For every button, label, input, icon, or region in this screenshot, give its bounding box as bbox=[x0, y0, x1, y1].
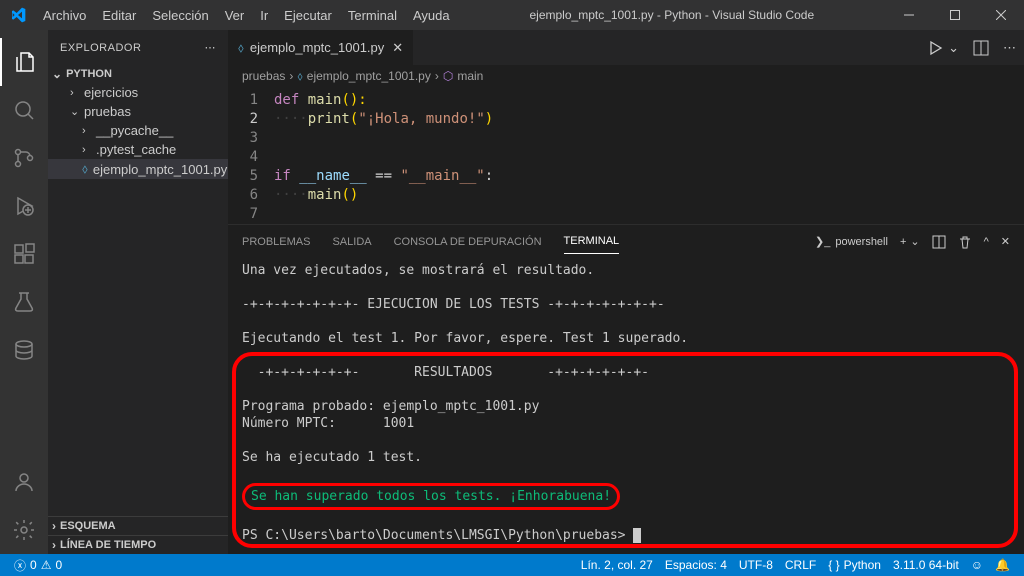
sidebar: EXPLORADOR ⋯ ⌄PYTHON ›ejercicios ⌄prueba… bbox=[48, 30, 228, 554]
menu-archivo[interactable]: Archivo bbox=[35, 8, 94, 23]
tree-file[interactable]: ⬨ejemplo_mptc_1001.py bbox=[48, 159, 228, 179]
statusbar: ⓧ0⚠0 Lín. 2, col. 27 Espacios: 4 UTF-8 C… bbox=[0, 554, 1024, 576]
extensions-icon[interactable] bbox=[0, 230, 48, 278]
source-control-icon[interactable] bbox=[0, 134, 48, 182]
status-language[interactable]: { }Python bbox=[822, 558, 887, 572]
window-controls bbox=[886, 0, 1024, 30]
terminal-line: -+-+-+-+-+-+-+- EJECUCION DE LOS TESTS -… bbox=[242, 296, 1016, 313]
more-icon[interactable]: ⋯ bbox=[205, 41, 217, 54]
debug-console-tab[interactable]: CONSOLA DE DEPURACIÓN bbox=[394, 230, 542, 254]
menu-ir[interactable]: Ir bbox=[252, 8, 276, 23]
editor-more-icon[interactable]: ⋯ bbox=[1003, 40, 1016, 56]
code-editor[interactable]: 1234567 def main(): ····print("¡Hola, mu… bbox=[228, 87, 1024, 224]
explorer-icon[interactable] bbox=[0, 38, 48, 86]
terminal-line: Ejecutando el test 1. Por favor, espere.… bbox=[242, 330, 1016, 347]
terminal-body[interactable]: Una vez ejecutados, se mostrará el resul… bbox=[228, 258, 1024, 554]
settings-icon[interactable] bbox=[0, 506, 48, 554]
tree-folder[interactable]: ›.pytest_cache bbox=[48, 140, 228, 159]
account-icon[interactable] bbox=[0, 458, 48, 506]
sidebar-header: EXPLORADOR ⋯ bbox=[48, 30, 228, 65]
status-eol[interactable]: CRLF bbox=[779, 558, 822, 572]
terminal-line: Una vez ejecutados, se mostrará el resul… bbox=[242, 262, 1016, 279]
status-errors[interactable]: ⓧ0⚠0 bbox=[8, 557, 68, 574]
activity-bar bbox=[0, 30, 48, 554]
editor-area: ⬨ ejemplo_mptc_1001.py ✕ ⌄ ⋯ pruebas› ⬨e… bbox=[228, 30, 1024, 554]
split-terminal-icon[interactable] bbox=[932, 235, 946, 249]
error-icon: ⓧ bbox=[14, 557, 26, 574]
run-button[interactable] bbox=[928, 40, 944, 56]
python-icon: ⬨ bbox=[238, 40, 244, 56]
terminal-profile[interactable]: ❯_powershell bbox=[815, 235, 888, 248]
symbol-icon: ⬡ bbox=[443, 69, 453, 83]
menu-bar: Archivo Editar Selección Ver Ir Ejecutar… bbox=[35, 8, 458, 23]
vscode-logo-icon bbox=[0, 7, 35, 23]
menu-terminal[interactable]: Terminal bbox=[340, 8, 405, 23]
window-title: ejemplo_mptc_1001.py - Python - Visual S… bbox=[458, 8, 886, 22]
search-icon[interactable] bbox=[0, 86, 48, 134]
menu-ejecutar[interactable]: Ejecutar bbox=[276, 8, 340, 23]
file-tree: ›ejercicios ⌄pruebas ›__pycache__ ›.pyte… bbox=[48, 83, 228, 179]
sidebar-title: EXPLORADOR bbox=[60, 42, 141, 54]
warning-icon: ⚠ bbox=[41, 558, 52, 572]
tree-folder[interactable]: ›__pycache__ bbox=[48, 121, 228, 140]
maximize-panel-icon[interactable]: ^ bbox=[984, 236, 989, 248]
menu-ayuda[interactable]: Ayuda bbox=[405, 8, 458, 23]
menu-seleccion[interactable]: Selección bbox=[144, 8, 216, 23]
status-spaces[interactable]: Espacios: 4 bbox=[659, 558, 733, 572]
close-panel-icon[interactable]: ✕ bbox=[1001, 235, 1010, 248]
output-tab[interactable]: SALIDA bbox=[332, 230, 371, 254]
status-encoding[interactable]: UTF-8 bbox=[733, 558, 779, 572]
python-icon: ⬨ bbox=[82, 161, 88, 177]
testing-icon[interactable] bbox=[0, 278, 48, 326]
terminal-tab[interactable]: TERMINAL bbox=[564, 229, 620, 254]
close-button[interactable] bbox=[978, 0, 1024, 30]
status-feedback-icon[interactable]: ☺ bbox=[965, 558, 989, 572]
close-tab-icon[interactable]: ✕ bbox=[392, 40, 403, 56]
breadcrumb[interactable]: pruebas› ⬨ejemplo_mptc_1001.py› ⬡main bbox=[228, 65, 1024, 87]
powershell-icon: ❯_ bbox=[815, 235, 830, 248]
run-dropdown-icon[interactable]: ⌄ bbox=[948, 40, 959, 56]
minimize-button[interactable] bbox=[886, 0, 932, 30]
tree-folder[interactable]: ›ejercicios bbox=[48, 83, 228, 102]
maximize-button[interactable] bbox=[932, 0, 978, 30]
sqlite-icon[interactable] bbox=[0, 326, 48, 374]
outline-section[interactable]: ›ESQUEMA bbox=[48, 516, 228, 535]
tree-folder[interactable]: ⌄pruebas bbox=[48, 102, 228, 121]
problems-tab[interactable]: PROBLEMAS bbox=[242, 230, 310, 254]
kill-terminal-icon[interactable] bbox=[958, 235, 972, 249]
line-numbers: 1234567 bbox=[228, 91, 274, 224]
menu-editar[interactable]: Editar bbox=[94, 8, 144, 23]
new-terminal-icon[interactable]: + bbox=[900, 236, 906, 248]
editor-tab[interactable]: ⬨ ejemplo_mptc_1001.py ✕ bbox=[228, 30, 414, 65]
panel-tabs: PROBLEMAS SALIDA CONSOLA DE DEPURACIÓN T… bbox=[228, 225, 1024, 258]
status-interpreter[interactable]: 3.11.0 64-bit bbox=[887, 558, 965, 572]
panel: PROBLEMAS SALIDA CONSOLA DE DEPURACIÓN T… bbox=[228, 224, 1024, 554]
editor-tabs: ⬨ ejemplo_mptc_1001.py ✕ ⌄ ⋯ bbox=[228, 30, 1024, 65]
terminal-dropdown-icon[interactable]: ⌄ bbox=[910, 235, 919, 248]
root-folder[interactable]: ⌄PYTHON bbox=[48, 65, 228, 83]
highlight-box bbox=[232, 352, 1018, 548]
brackets-icon: { } bbox=[828, 558, 839, 572]
menu-ver[interactable]: Ver bbox=[217, 8, 253, 23]
titlebar: Archivo Editar Selección Ver Ir Ejecutar… bbox=[0, 0, 1024, 30]
run-debug-icon[interactable] bbox=[0, 182, 48, 230]
split-editor-icon[interactable] bbox=[973, 40, 989, 56]
python-icon: ⬨ bbox=[297, 69, 302, 84]
tab-label: ejemplo_mptc_1001.py bbox=[250, 40, 384, 55]
status-bell-icon[interactable]: 🔔 bbox=[989, 558, 1016, 572]
status-cursor[interactable]: Lín. 2, col. 27 bbox=[575, 558, 659, 572]
timeline-section[interactable]: ›LÍNEA DE TIEMPO bbox=[48, 535, 228, 554]
